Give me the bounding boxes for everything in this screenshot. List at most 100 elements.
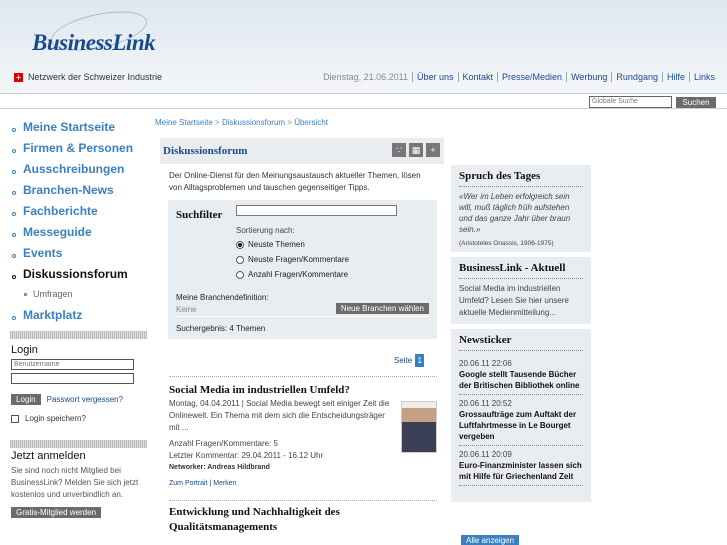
topnav-links[interactable]: Links xyxy=(688,72,715,82)
article-last-comment: Letzter Kommentar: 29.04.2011 - 16.12 Uh… xyxy=(169,451,324,460)
author-photo[interactable] xyxy=(401,401,437,453)
bullet-icon xyxy=(12,274,16,279)
sort-option-label: Neuste Themen xyxy=(248,240,305,249)
sidebar-item-label: Diskussionsforum xyxy=(23,266,128,281)
topnav-presse[interactable]: Presse/Medien xyxy=(497,72,566,82)
sort-option-newest-topics[interactable]: Neuste Themen xyxy=(236,240,305,249)
register-button[interactable]: Gratis-Mitglied werden xyxy=(11,507,102,518)
article-count: Anzahl Fragen/Kommentare: 5 xyxy=(169,439,278,448)
list-item: Social Media im industriellen Umfeld? Mo… xyxy=(169,383,437,490)
sidebar-item-label: Branchen-News xyxy=(23,182,114,197)
portrait-link[interactable]: Zum Portrait xyxy=(169,480,208,487)
sidebar-item-marktplatz[interactable]: Marktplatz xyxy=(0,304,150,325)
list-item: Entwicklung und Nachhaltigkeit des Quali… xyxy=(169,505,437,535)
filter-divider xyxy=(176,316,429,317)
divider-stripe xyxy=(10,331,147,339)
main-content: Diskussionsforum ∵ ▦ + Der Online-Dienst… xyxy=(160,138,444,339)
newsticker-box: Newsticker 20.06.11 22:06 Google stellt T… xyxy=(451,329,591,502)
sidebar-item-startseite[interactable]: Meine Startseite xyxy=(0,116,150,137)
breadcrumb: Meine Startseite > Diskussionsforum > Üb… xyxy=(155,118,328,127)
news-title: Google stellt Tausende Bücher der Britis… xyxy=(459,370,580,390)
username-input[interactable] xyxy=(11,359,134,370)
sidebar-item-label: Firmen & Personen xyxy=(23,140,134,155)
breadcrumb-uebersicht[interactable]: Übersicht xyxy=(294,118,328,127)
rss-icon[interactable]: ∵ xyxy=(392,143,406,157)
bullet-icon xyxy=(12,148,16,153)
header: BusinessLink + Netzwerk der Schweizer In… xyxy=(0,0,727,93)
register-text: Sie sind noch nicht Mitglied bei Busines… xyxy=(11,466,139,499)
sidebar-item-firmen[interactable]: Firmen & Personen xyxy=(0,137,150,158)
sidebar-item-ausschreibungen[interactable]: Ausschreibungen xyxy=(0,158,150,179)
spruch-author: (Aristoteles Onassis, 1906-1975) xyxy=(459,240,554,247)
bullet-icon xyxy=(24,292,27,296)
topnav-kontakt[interactable]: Kontakt xyxy=(457,72,498,82)
search-button[interactable]: Suchen xyxy=(676,97,716,108)
header-icons: ∵ ▦ + xyxy=(392,143,440,157)
logo[interactable]: BusinessLink xyxy=(28,4,168,62)
sidebar-item-label: Umfragen xyxy=(33,289,73,299)
aktuell-title: BusinessLink - Aktuell xyxy=(459,262,583,279)
topnav-werbung[interactable]: Werbung xyxy=(566,72,611,82)
pager: Seite 1 xyxy=(394,354,425,367)
spruch-title: Spruch des Tages xyxy=(459,170,583,187)
new-branches-button[interactable]: Neue Branchen wählen xyxy=(335,303,429,314)
bullet-icon xyxy=(12,253,16,258)
filter-input[interactable] xyxy=(236,205,397,216)
login-button[interactable]: Login xyxy=(11,394,41,405)
merken-link[interactable]: Merken xyxy=(213,480,236,487)
sidebar-item-label: Fachberichte xyxy=(23,203,98,218)
news-item[interactable]: 20.06.11 20:52 Grossaufträge zum Auftakt … xyxy=(459,395,583,446)
pager-page-1[interactable]: 1 xyxy=(415,354,425,367)
sort-option-label: Neuste Fragen/Kommentare xyxy=(248,255,349,264)
global-search-input[interactable]: Globale Suche xyxy=(589,96,672,108)
radio-selected-icon xyxy=(236,240,244,249)
password-input[interactable] xyxy=(11,373,134,384)
right-sidebar: Spruch des Tages «Wer im Leben erfolgrei… xyxy=(451,165,591,507)
article-title[interactable]: Entwicklung und Nachhaltigkeit des Quali… xyxy=(169,505,437,535)
sidebar-item-messeguide[interactable]: Messeguide xyxy=(0,221,150,242)
remember-login-label: Login speichern? xyxy=(25,414,86,423)
remember-login-checkbox[interactable] xyxy=(11,414,19,423)
bullet-icon xyxy=(12,211,16,216)
chart-icon[interactable]: ▦ xyxy=(409,143,423,157)
news-item[interactable]: 20.06.11 22:06 Google stellt Tausende Büc… xyxy=(459,355,583,395)
sidebar-item-label: Events xyxy=(23,245,63,260)
pager-label: Seite xyxy=(394,356,413,365)
sidebar-item-fachberichte[interactable]: Fachberichte xyxy=(0,200,150,221)
sidebar-subitem-umfragen[interactable]: Umfragen xyxy=(0,284,150,304)
divider-stripe xyxy=(10,440,147,448)
bullet-icon xyxy=(12,169,16,174)
bullet-icon xyxy=(12,232,16,237)
news-title: Grossaufträge zum Auftakt der Luftfahrtm… xyxy=(459,410,577,441)
bullet-icon xyxy=(12,315,16,320)
breadcrumb-diskussionsforum[interactable]: Diskussionsforum xyxy=(222,118,285,127)
topnav-rundgang[interactable]: Rundgang xyxy=(611,72,662,82)
topnav-ueber-uns[interactable]: Über uns xyxy=(411,72,458,82)
topnav-hilfe[interactable]: Hilfe xyxy=(661,72,689,82)
page-title: Diskussionsforum xyxy=(163,145,248,157)
search-result-count: Suchergebnis: 4 Themen xyxy=(176,324,266,333)
sidebar-item-events[interactable]: Events xyxy=(0,242,150,263)
aktuell-box: BusinessLink - Aktuell Social Media im i… xyxy=(451,257,591,324)
article-body: Montag, 04.04.2011 | Social Media bewegt… xyxy=(169,399,390,432)
sort-option-count[interactable]: Anzahl Fragen/Kommentare xyxy=(236,270,348,279)
sidebar-item-branchen-news[interactable]: Branchen-News xyxy=(0,179,150,200)
divider xyxy=(169,376,437,377)
aktuell-text[interactable]: Social Media im industriellen Umfeld? Le… xyxy=(459,283,583,319)
sidebar-item-label: Ausschreibungen xyxy=(23,161,125,176)
bullet-icon xyxy=(12,190,16,195)
article-title[interactable]: Social Media im industriellen Umfeld? xyxy=(169,383,437,398)
sort-option-newest-questions[interactable]: Neuste Fragen/Kommentare xyxy=(236,255,349,264)
sidebar-item-diskussionsforum[interactable]: Diskussionsforum xyxy=(0,263,150,284)
forgot-password-link[interactable]: Passwort vergessen? xyxy=(47,395,123,404)
breadcrumb-startseite[interactable]: Meine Startseite xyxy=(155,118,213,127)
plus-icon[interactable]: + xyxy=(426,143,440,157)
sort-option-label: Anzahl Fragen/Kommentare xyxy=(248,270,349,279)
current-date: Dienstag, 21.06.2011 xyxy=(323,72,408,82)
radio-icon xyxy=(236,255,244,264)
show-all-news-button[interactable]: Alle anzeigen xyxy=(461,535,520,545)
breadcrumb-separator: > xyxy=(212,118,222,127)
search-filter: Suchfilter Sortierung nach: Neuste Theme… xyxy=(168,200,437,339)
spruch-box: Spruch des Tages «Wer im Leben erfolgrei… xyxy=(451,165,591,252)
news-item[interactable]: 20.06.11 20:09 Euro-Finanzminister lassen… xyxy=(459,446,583,486)
